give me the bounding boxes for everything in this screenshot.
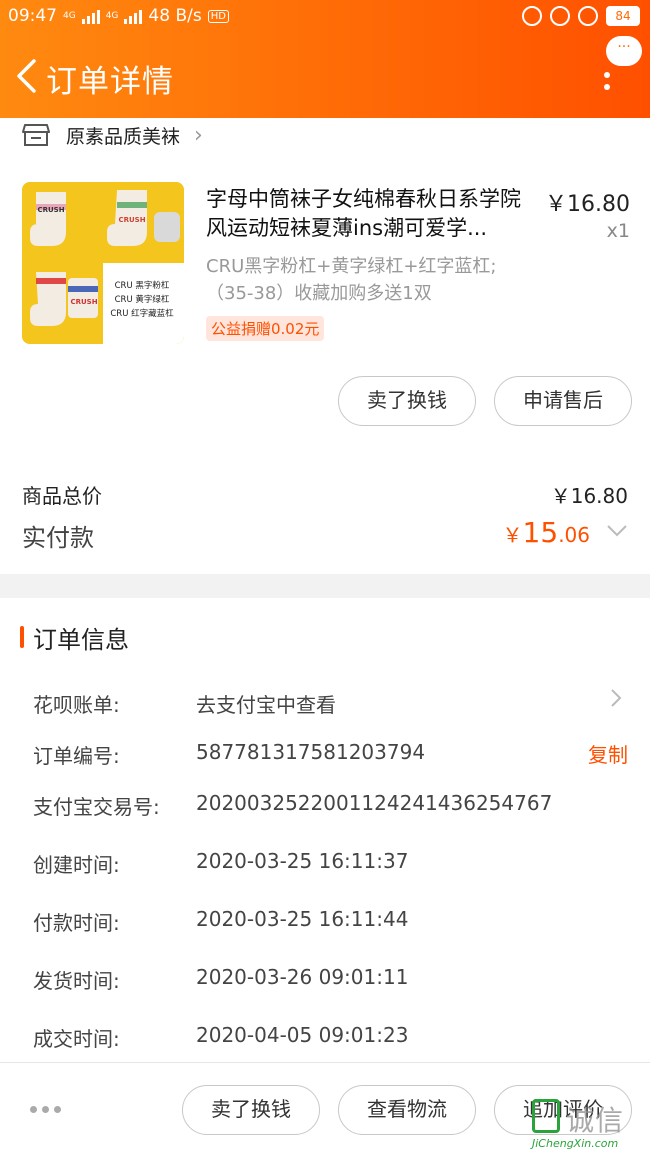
hd-badge: HD	[207, 9, 229, 23]
watermark-icon	[532, 1099, 560, 1133]
signal-icon	[124, 8, 143, 24]
product-price: ￥16.80	[545, 192, 630, 217]
thumb-legend-2: CRU 黄字绿杠	[115, 294, 170, 305]
product-sku: CRU黑字粉杠+黄字绿杠+红字蓝杠;（35-38）收藏加购多送1双	[206, 256, 497, 304]
created-time-value: 2020-03-25 16:11:37	[196, 849, 409, 873]
thumb-brand-text: CRUSH	[37, 206, 64, 214]
back-arrow-icon[interactable]	[14, 58, 44, 94]
more-menu-bubble[interactable]: ···	[606, 36, 642, 66]
page-title: 订单详情	[46, 64, 174, 100]
product-quantity: x1	[606, 220, 630, 242]
completed-time-label: 成交时间:	[33, 1027, 120, 1051]
chevron-right-icon: ›	[194, 122, 203, 148]
alarm-icon	[578, 6, 598, 26]
alipay-trade-no-value: 2020032522001124241436254767	[196, 791, 553, 815]
completed-time-value: 2020-04-05 09:01:23	[196, 1023, 409, 1047]
thumb-legend-3: CRU 红字藏蓝杠	[110, 308, 174, 319]
copy-button[interactable]: 复制	[588, 739, 628, 768]
watermark-subtext: JiChengXin.com	[532, 1137, 619, 1150]
order-number-value: 587781317581203794	[196, 740, 426, 764]
order-number-label: 订单编号:	[33, 744, 120, 768]
status-bar: 09:47 4G 4G 48 B/s HD 84	[0, 0, 650, 34]
paid-decimal: .06	[558, 523, 590, 547]
paid-integer: 15	[522, 516, 559, 549]
paid-amount-label: 实付款	[22, 524, 94, 552]
paid-amount-value[interactable]: ￥15.06	[503, 516, 590, 549]
created-time-label: 创建时间:	[33, 853, 120, 877]
network-speed: 48 B/s	[148, 6, 202, 26]
sim2-label: 4G	[105, 10, 119, 21]
signal-icon	[81, 8, 100, 24]
shipped-time-label: 发货时间:	[33, 969, 120, 993]
paid-currency: ￥	[502, 523, 523, 547]
store-icon	[22, 124, 50, 146]
lock-icon	[550, 6, 570, 26]
paid-time-label: 付款时间:	[33, 911, 120, 935]
watermark-logo: 诚信 JiChengXin.com	[530, 1099, 648, 1151]
sim1-label: 4G	[63, 10, 76, 21]
shipped-time-value: 2020-03-26 09:01:11	[196, 965, 409, 989]
charity-badge: 公益捐赠0.02元	[206, 316, 325, 341]
thumb-brand-text: CRUSH	[118, 216, 145, 224]
thumb-brand-text: CRUSH	[70, 298, 97, 306]
view-logistics-button[interactable]: 查看物流	[338, 1085, 476, 1135]
alipay-trade-no-label: 支付宝交易号:	[33, 795, 160, 819]
product-thumbnail[interactable]: CRUSH CRUSH CRUSH CRU 黑字粉杠 CRU 黄字绿杠 CRU …	[22, 182, 184, 344]
total-price-value: ￥16.80	[550, 484, 628, 508]
product-title[interactable]: 字母中筒袜子女纯棉春秋日系学院风运动短袜夏薄ins潮可爱学...	[206, 185, 536, 243]
huabei-label: 花呗账单:	[33, 693, 120, 717]
more-dots-icon[interactable]	[30, 1106, 61, 1113]
battery-icon: 84	[606, 6, 640, 26]
section-divider	[0, 574, 650, 598]
sell-for-cash-button[interactable]: 卖了换钱	[338, 376, 476, 426]
shop-row[interactable]: 原素品质美袜 ›	[22, 118, 632, 152]
sell-for-cash-bottom-button[interactable]: 卖了换钱	[182, 1085, 320, 1135]
watermark-text: 诚信	[566, 1104, 625, 1137]
status-time: 09:47	[8, 6, 57, 26]
order-info-title: 订单信息	[33, 626, 129, 654]
shop-name: 原素品质美袜	[66, 125, 181, 148]
chevron-right-icon[interactable]	[610, 688, 622, 708]
section-accent-bar	[20, 626, 24, 648]
mute-icon	[522, 6, 542, 26]
apply-after-sales-button[interactable]: 申请售后	[494, 376, 632, 426]
total-price-label: 商品总价	[22, 484, 102, 508]
header-bar: 09:47 4G 4G 48 B/s HD 84 订单详情 ···	[0, 0, 650, 118]
paid-time-value: 2020-03-25 16:11:44	[196, 907, 409, 931]
thumb-legend-1: CRU 黑字粉杠	[115, 280, 170, 291]
more-icon[interactable]	[604, 72, 610, 90]
huabei-value[interactable]: 去支付宝中查看	[196, 689, 336, 718]
chevron-down-icon[interactable]	[606, 524, 628, 538]
